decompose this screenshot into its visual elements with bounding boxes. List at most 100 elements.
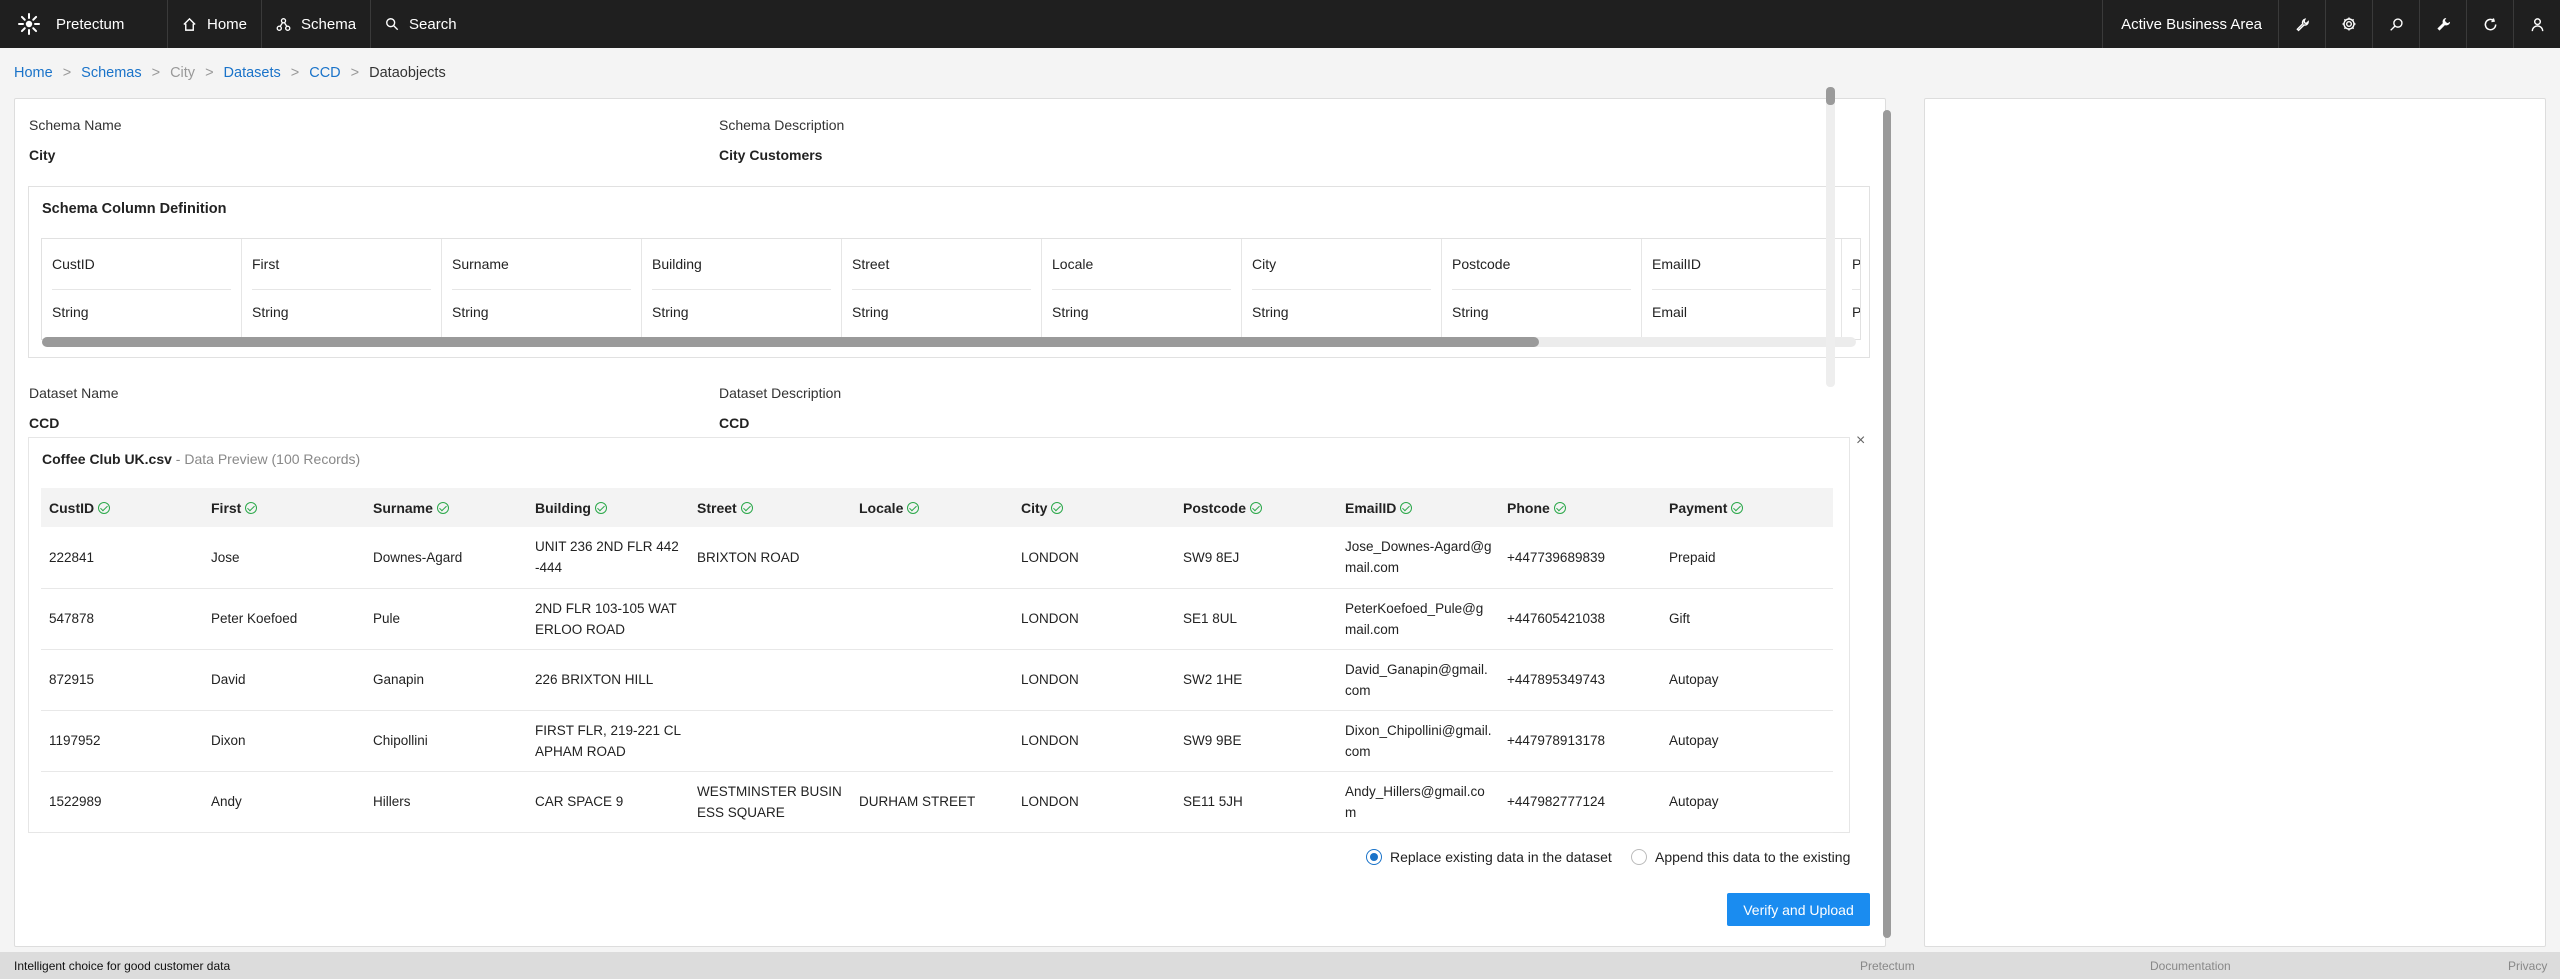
table-cell: 1197952 [41, 710, 203, 772]
column-header[interactable]: Phone [1499, 488, 1661, 527]
schema-column-name: Surname [452, 239, 631, 290]
schema-column: CustID String [42, 239, 242, 339]
table-cell: DURHAM STREET [851, 771, 1013, 833]
schema-column-name: CustID [52, 239, 231, 290]
settings-button[interactable] [2325, 0, 2372, 48]
breadcrumb-separator: > [290, 65, 300, 81]
inspect-button[interactable] [2372, 0, 2419, 48]
top-navigation-bar: Pretectum Home Schema Search Active Busi… [0, 0, 2560, 48]
append-radio[interactable] [1631, 849, 1647, 865]
column-header[interactable]: EmailID [1337, 488, 1499, 527]
breadcrumb-datasets[interactable]: Datasets [224, 65, 281, 81]
schema-column: EmailID Email [1642, 239, 1842, 339]
nav-search[interactable]: Search [371, 0, 471, 48]
table-cell: LONDON [1013, 649, 1175, 711]
close-preview-icon[interactable]: × [1856, 432, 1865, 450]
magnifier-icon [2389, 17, 2403, 31]
footer-link-documentation[interactable]: Documentation [2150, 959, 2231, 973]
panel-scrollbar[interactable] [1883, 110, 1891, 938]
column-header[interactable]: First [203, 488, 365, 527]
nav-home[interactable]: Home [168, 0, 263, 48]
column-header-label: Locale [859, 499, 904, 516]
table-scrollbar[interactable] [1826, 87, 1835, 105]
user-button[interactable] [2513, 0, 2560, 48]
breadcrumb: Home > Schemas > City > Datasets > CCD >… [14, 65, 446, 81]
column-header-label: First [211, 499, 242, 516]
table-cell [851, 588, 1013, 650]
schema-column-name: City [1252, 239, 1431, 290]
schema-column-name: Building [652, 239, 831, 290]
table-scroll-track[interactable] [1826, 87, 1835, 387]
schema-column-grid: CustID String First String Surname String B… [41, 238, 1861, 340]
column-header-label: Street [697, 499, 737, 516]
preview-title: Coffee Club UK.csv - Data Preview (100 R… [42, 451, 360, 467]
gear-icon [2342, 17, 2356, 31]
refresh-button[interactable] [2466, 0, 2513, 48]
table-cell: +447739689839 [1499, 527, 1661, 589]
column-header[interactable]: City [1013, 488, 1175, 527]
table-cell: LONDON [1013, 527, 1175, 589]
table-cell: SW9 9BE [1175, 710, 1337, 772]
schema-column-type: P [1852, 304, 1861, 320]
schema-column-definition: Schema Column Definition CustID String Fi… [28, 186, 1870, 358]
table-cell: 222841 [41, 527, 203, 589]
footer-link-pretectum[interactable]: Pretectum [1860, 959, 1915, 973]
business-area-selector[interactable]: Active Business Area [2102, 0, 2278, 48]
verify-and-upload-button[interactable]: Verify and Upload [1727, 893, 1870, 926]
preview-file-name: Coffee Club UK.csv [42, 451, 172, 467]
tools-button[interactable] [2278, 0, 2325, 48]
table-cell: BRIXTON ROAD [689, 527, 851, 589]
table-cell: 2ND FLR 103-105 WATERLOO ROAD [527, 588, 689, 650]
footer-link-privacy[interactable]: Privacy [2508, 959, 2547, 973]
table-row: 1197952 Dixon Chipollini FIRST FLR, 219-221… [41, 710, 1833, 772]
column-header[interactable]: Postcode [1175, 488, 1337, 527]
table-cell: Autopay [1661, 710, 1833, 772]
table-cell: Andy [203, 771, 365, 833]
schema-grid-scrollbar[interactable] [42, 337, 1539, 347]
schema-column: City String [1242, 239, 1442, 339]
column-header[interactable]: CustID [41, 488, 203, 527]
breadcrumb-home[interactable]: Home [14, 65, 53, 81]
nav-schema[interactable]: Schema [262, 0, 372, 48]
breadcrumb-separator: > [62, 65, 72, 81]
valid-check-icon [1731, 501, 1744, 514]
append-data-option[interactable]: Append this data to the existing [1631, 849, 1850, 865]
admin-tools-button[interactable] [2419, 0, 2466, 48]
valid-check-icon [1250, 501, 1263, 514]
table-cell: +447895349743 [1499, 649, 1661, 711]
breadcrumb-city: City [170, 65, 196, 81]
breadcrumb-ccd[interactable]: CCD [309, 65, 340, 81]
schema-column: PP [1842, 239, 1861, 339]
column-header[interactable]: Payment [1661, 488, 1833, 527]
schema-column: Surname String [442, 239, 642, 339]
column-header[interactable]: Surname [365, 488, 527, 527]
search-icon [386, 18, 399, 31]
table-cell: Gift [1661, 588, 1833, 650]
replace-radio[interactable] [1366, 849, 1382, 865]
column-header-label: Building [535, 499, 591, 516]
breadcrumb-schemas[interactable]: Schemas [81, 65, 141, 81]
table-row: 547878 Peter Koefoed Pule 2ND FLR 103-105 W… [41, 588, 1833, 650]
column-header[interactable]: Street [689, 488, 851, 527]
table-cell: Jose_Downes-Agard@gmail.com [1337, 527, 1499, 589]
table-row: 1522989 Andy Hillers CAR SPACE 9 WESTMINSTER… [41, 771, 1833, 833]
schema-column-type: String [852, 304, 889, 320]
replace-data-option[interactable]: Replace existing data in the dataset [1366, 849, 1612, 865]
column-header[interactable]: Building [527, 488, 689, 527]
brand[interactable]: Pretectum [0, 0, 168, 48]
table-cell: PeterKoefoed_Pule@gmail.com [1337, 588, 1499, 650]
table-cell: LONDON [1013, 710, 1175, 772]
pretectum-logo-icon [18, 13, 40, 35]
schema-column-name: P [1852, 239, 1860, 290]
schema-icon [276, 17, 291, 31]
breadcrumb-separator: > [350, 65, 360, 81]
app-name: Pretectum [56, 15, 125, 33]
column-header-label: Postcode [1183, 499, 1247, 516]
valid-check-icon [1400, 501, 1413, 514]
table-cell: Hillers [365, 771, 527, 833]
breadcrumb-dataobjects: Dataobjects [369, 65, 446, 81]
table-cell: Pule [365, 588, 527, 650]
column-header[interactable]: Locale [851, 488, 1013, 527]
schema-column-type: String [452, 304, 489, 320]
schema-column: Postcode String [1442, 239, 1642, 339]
